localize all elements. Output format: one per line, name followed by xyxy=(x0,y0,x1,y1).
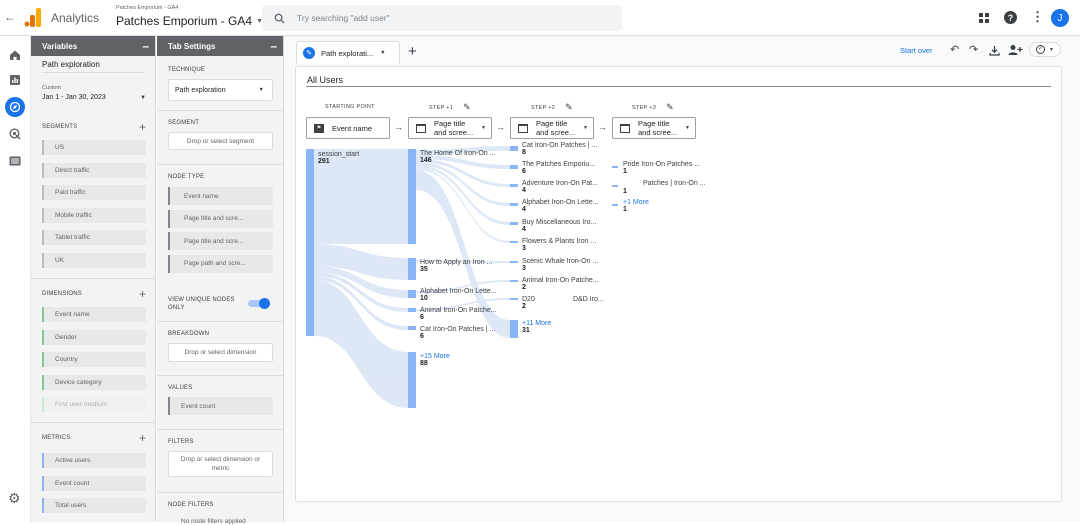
node-label: How to Apply an Iron ... xyxy=(420,259,493,266)
step1-node[interactable]: The Home Of Iron-On ... 146 xyxy=(420,150,495,164)
node-label: The Patches Emporiu... xyxy=(522,161,596,168)
step2-node-bar[interactable] xyxy=(510,261,518,263)
node-value: 8 xyxy=(522,149,526,156)
node-value: 3 xyxy=(522,265,526,272)
step2-node-bar[interactable] xyxy=(510,298,518,300)
step2-node-bar[interactable] xyxy=(510,222,518,225)
node-value: 291 xyxy=(318,158,330,165)
node-value: 1 xyxy=(623,188,627,195)
start-node[interactable]: session_start 291 xyxy=(318,151,359,165)
node-label: Alphabet Iron-On Lette... xyxy=(420,288,497,295)
node-value: 4 xyxy=(522,206,526,213)
node-value: 31 xyxy=(522,327,530,334)
step2-node-bar[interactable] xyxy=(510,280,518,282)
step3-extra-label[interactable]: Patches | Iron-On ... xyxy=(643,180,706,187)
step2-node-bar[interactable] xyxy=(510,184,518,187)
step1-more-bar[interactable] xyxy=(408,352,416,408)
start-node-bar[interactable] xyxy=(306,149,314,336)
node-label: Cat Iron-On Patches | ... xyxy=(420,326,496,333)
node-label: D20 xyxy=(522,296,535,303)
step3-node-bar[interactable] xyxy=(612,166,618,168)
node-value: 6 xyxy=(420,314,424,321)
step3-more-node[interactable]: +1 More 1 xyxy=(623,199,649,213)
step2-node[interactable]: Cat Iron-On Patches | ... 8 xyxy=(522,142,597,156)
more-link[interactable]: +15 More xyxy=(420,353,450,360)
node-label: Scenic Whale Iron-On ... xyxy=(522,258,599,265)
step3-node[interactable]: Pride Iron-On Patches ... 1 xyxy=(623,161,700,175)
node-label: session_start xyxy=(318,151,360,158)
step2-node-bar[interactable] xyxy=(510,203,518,206)
step3-more-bar[interactable] xyxy=(612,204,618,206)
node-value: 35 xyxy=(420,266,428,273)
node-label: Pride Iron-On Patches ... xyxy=(623,161,701,168)
step1-node[interactable]: Alphabet Iron-On Lette... 10 xyxy=(420,288,497,302)
node-label: Flowers & Plants Iron ... xyxy=(522,238,597,245)
node-value: 10 xyxy=(420,295,428,302)
step2-node[interactable]: Alphabet Iron-On Lette... 4 xyxy=(522,199,599,213)
step1-node-bar[interactable] xyxy=(408,308,416,312)
step2-node[interactable]: Flowers & Plants Iron ... 3 xyxy=(522,238,596,252)
step2-more-node[interactable]: +11 More 31 xyxy=(522,320,551,334)
node-value: 4 xyxy=(522,226,526,233)
step2-node[interactable]: The Patches Emporiu... 6 xyxy=(522,161,595,175)
node-value: 88 xyxy=(420,360,428,367)
flow-path xyxy=(314,280,408,408)
step2-more-bar[interactable] xyxy=(510,320,518,338)
step2-node-bar[interactable] xyxy=(510,165,518,169)
step2-node[interactable]: D20 2 xyxy=(522,296,535,310)
node-value: 3 xyxy=(522,245,526,252)
node-value: 1 xyxy=(623,206,627,213)
node-label: Alphabet Iron-On Lette... xyxy=(522,199,599,206)
step1-node[interactable]: How to Apply an Iron ... 35 xyxy=(420,259,492,273)
node-label: Animal Iron-On Patche... xyxy=(522,277,599,284)
node-value: 6 xyxy=(420,333,424,340)
step2-node[interactable]: Animal Iron-On Patche... 2 xyxy=(522,277,599,291)
node-label: Animal Iron-On Patche... xyxy=(420,307,497,314)
step2-node-bar[interactable] xyxy=(510,241,518,243)
step1-more-node[interactable]: +15 More 88 xyxy=(420,353,450,367)
flow-path xyxy=(416,165,510,225)
step2-node-bar[interactable] xyxy=(510,146,518,151)
step1-node[interactable]: Animal Iron-On Patche... 6 xyxy=(420,307,497,321)
step1-node-bar[interactable] xyxy=(408,149,416,244)
node-label: Adventure Iron-On Pat... xyxy=(522,180,598,187)
node-label: Buy Miscellaneous Iro... xyxy=(522,219,597,226)
node-value: 146 xyxy=(420,157,432,164)
node-value: 6 xyxy=(522,168,526,175)
node-value: 4 xyxy=(522,187,526,194)
node-value: 2 xyxy=(522,303,526,310)
step1-node-bar[interactable] xyxy=(408,258,416,280)
step1-node-bar[interactable] xyxy=(408,326,416,330)
more-link[interactable]: +11 More xyxy=(522,320,551,327)
step1-node-bar[interactable] xyxy=(408,290,416,298)
more-link[interactable]: +1 More xyxy=(623,199,649,206)
node-value: 1 xyxy=(623,168,627,175)
node-label: Cat Iron-On Patches | ... xyxy=(522,142,598,149)
step2-node[interactable]: Adventure Iron-On Pat... 4 xyxy=(522,180,598,194)
step1-node[interactable]: Cat Iron-On Patches | ... 6 xyxy=(420,326,495,340)
step3-node[interactable]: 1 xyxy=(623,180,627,195)
node-label: The Home Of Iron-On ... xyxy=(420,150,496,157)
step2-node[interactable]: Scenic Whale Iron-On ... 3 xyxy=(522,258,598,272)
node-value: 2 xyxy=(522,284,526,291)
step2-extra-label[interactable]: D&D Iro... xyxy=(573,296,604,303)
step3-node-bar[interactable] xyxy=(612,185,618,187)
step2-node[interactable]: Buy Miscellaneous Iro... 4 xyxy=(522,219,596,233)
